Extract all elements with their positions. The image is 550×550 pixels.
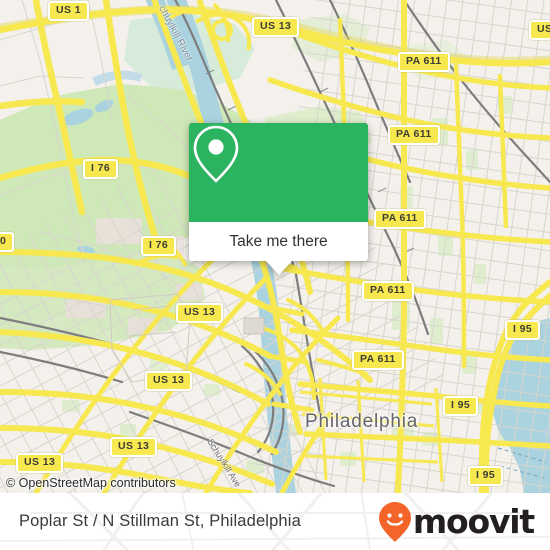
map-pin-icon [193, 125, 239, 183]
road-shield[interactable]: 0 [0, 232, 15, 252]
location-title: Poplar St / N Stillman St, Philadelphia [19, 512, 301, 530]
popup-pin-panel [189, 123, 368, 222]
road-shield[interactable]: I 95 [468, 466, 504, 486]
take-me-there-button[interactable]: Take me there [189, 222, 368, 275]
take-me-there-label: Take me there [229, 232, 328, 250]
city-label-philadelphia: Philadelphia [305, 411, 419, 432]
road-shield[interactable]: I 76 [141, 236, 177, 256]
moovit-logo[interactable]: moovit [378, 501, 535, 543]
road-shield[interactable]: PA 611 [388, 125, 440, 145]
road-shield[interactable]: I 76 [83, 159, 119, 179]
road-shield[interactable]: I 95 [505, 320, 541, 340]
road-shield[interactable]: US 13 [252, 17, 300, 37]
bottom-info-bar: Poplar St / N Stillman St, Philadelphia … [0, 493, 550, 550]
moovit-pin-icon [378, 501, 411, 542]
road-shield[interactable]: US 1 [529, 20, 550, 40]
road-shield[interactable]: I 95 [443, 396, 479, 416]
road-shield[interactable]: PA 611 [374, 209, 426, 229]
moovit-wordmark: moovit [412, 502, 535, 541]
road-shield[interactable]: US 13 [16, 453, 64, 473]
road-shield[interactable]: PA 611 [362, 281, 414, 301]
moovit-map-screen: Philadelphia chuylkill River Schuylkill … [0, 0, 550, 550]
map-popup-card[interactable]: Take me there [189, 123, 368, 275]
road-shield[interactable]: PA 611 [398, 52, 450, 72]
popup-tail [265, 261, 292, 275]
road-shield[interactable]: PA 611 [352, 350, 404, 370]
road-shield[interactable]: US 13 [176, 303, 224, 323]
map-canvas[interactable]: Philadelphia chuylkill River Schuylkill … [0, 0, 550, 493]
road-shield[interactable]: US 13 [145, 371, 193, 391]
map-attribution[interactable]: © OpenStreetMap contributors [6, 476, 176, 490]
road-shield[interactable]: US 1 [48, 1, 89, 21]
road-shield[interactable]: US 13 [110, 437, 158, 457]
